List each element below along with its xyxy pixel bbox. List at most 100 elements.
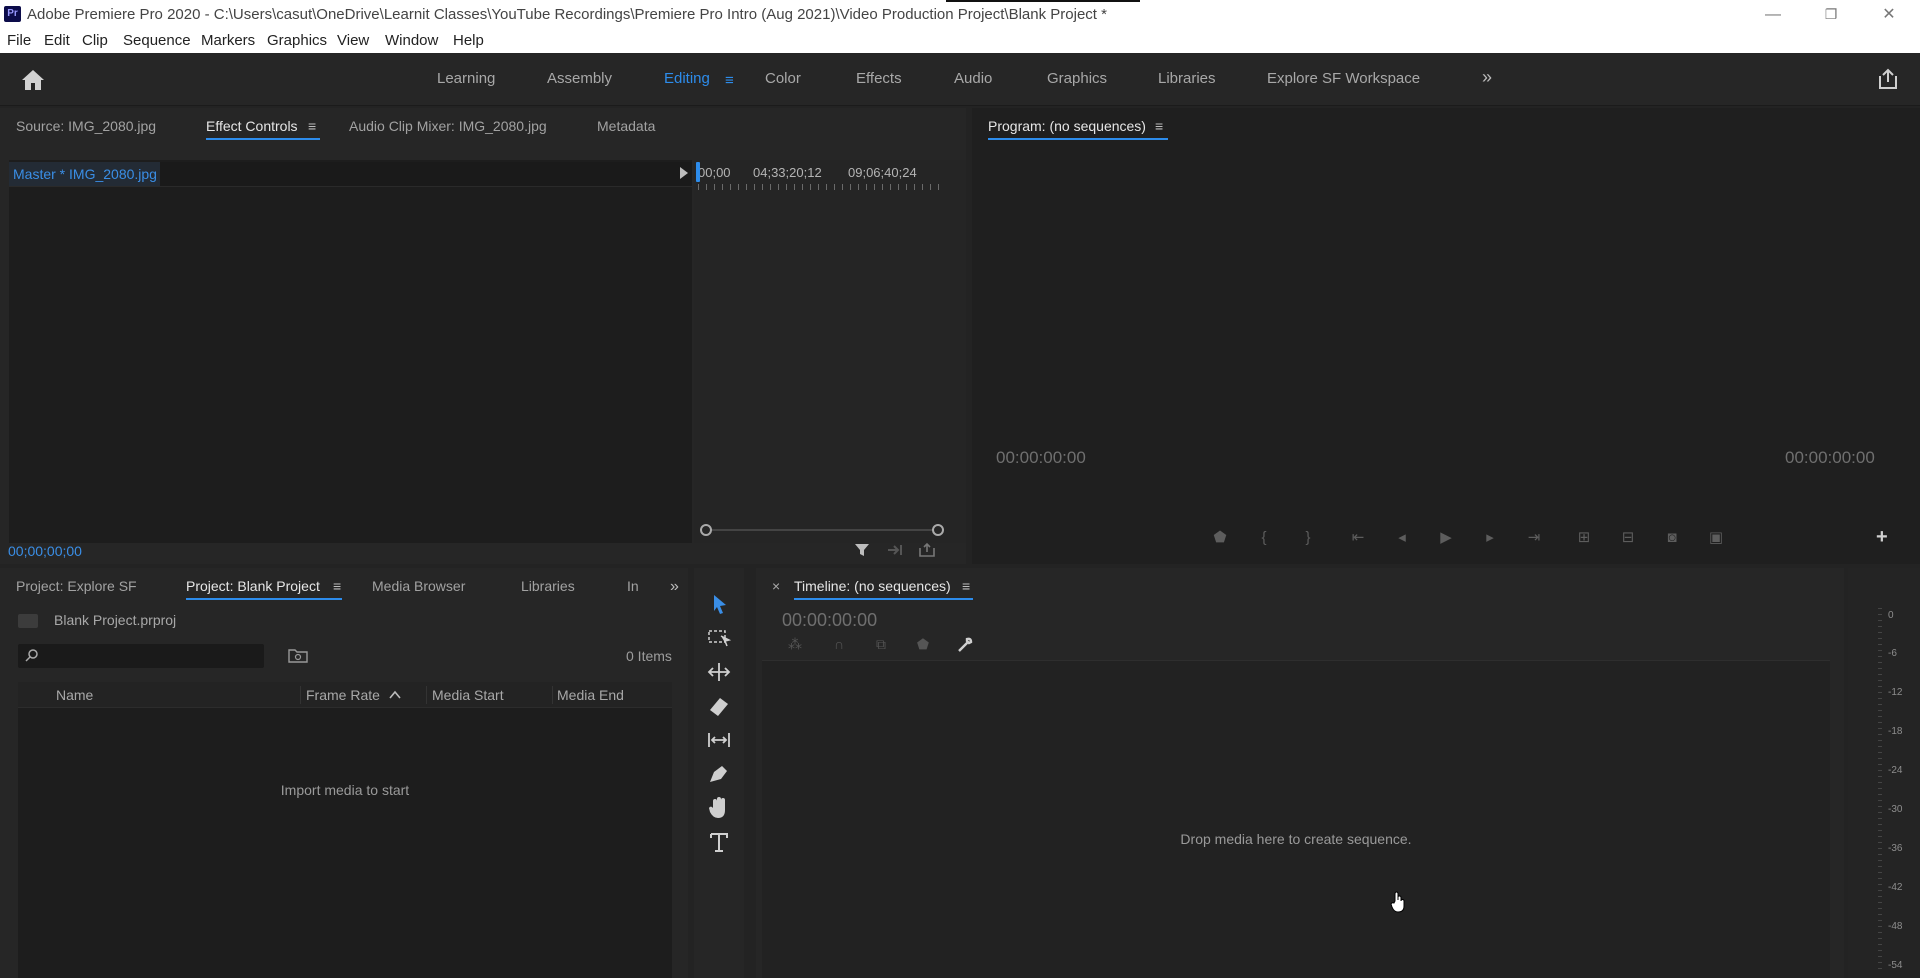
workspace-color[interactable]: Color [765, 70, 801, 87]
menu-markers[interactable]: Markers [201, 32, 255, 49]
zoom-scrollbar[interactable] [700, 524, 944, 536]
workspace-menu-icon[interactable]: ≡ [725, 72, 734, 89]
add-marker-icon[interactable]: ⬟ [914, 636, 932, 654]
panel-menu-icon[interactable]: ≡ [333, 578, 341, 594]
master-clip-label[interactable]: Master * IMG_2080.jpg [13, 166, 157, 182]
tab-libraries[interactable]: Libraries [521, 578, 575, 594]
razor-tool-icon[interactable] [706, 694, 732, 718]
mark-out-icon[interactable]: } [1298, 528, 1318, 548]
panel-menu-icon[interactable]: ≡ [308, 118, 316, 134]
hand-cursor-icon [1390, 891, 1405, 913]
comparison-view-icon[interactable]: ▣ [1706, 528, 1726, 548]
menu-view[interactable]: View [337, 32, 369, 49]
mark-in-icon[interactable]: { [1254, 528, 1274, 548]
ripple-edit-tool-icon[interactable] [706, 660, 732, 684]
column-name[interactable]: Name [56, 687, 93, 703]
pen-tool-icon[interactable] [706, 762, 732, 786]
column-media-start[interactable]: Media Start [432, 687, 504, 703]
column-divider[interactable] [300, 686, 301, 704]
master-clip-row[interactable]: Master * IMG_2080.jpg [9, 162, 692, 187]
project-search-box[interactable] [18, 644, 264, 668]
menu-window[interactable]: Window [385, 32, 438, 49]
menu-graphics[interactable]: Graphics [267, 32, 327, 49]
workspace-effects[interactable]: Effects [856, 70, 902, 87]
premiere-pro-logo-icon: Pr [4, 6, 21, 22]
tab-project-blank-project[interactable]: Project: Blank Project [186, 578, 342, 600]
menu-help[interactable]: Help [453, 32, 484, 49]
program-monitor-panel: Program: (no sequences) ≡ 00:00:00:00 00… [972, 108, 1920, 564]
share-icon[interactable] [1876, 67, 1900, 91]
play-icon[interactable]: ▶ [1436, 528, 1456, 548]
timeline-track-area[interactable]: Drop media here to create sequence. [762, 660, 1830, 978]
column-media-end[interactable]: Media End [557, 687, 624, 703]
ripple-icon[interactable] [886, 542, 904, 558]
program-playhead-timecode[interactable]: 00:00:00:00 [996, 448, 1086, 468]
workspace-audio[interactable]: Audio [954, 70, 992, 87]
new-search-bin-icon[interactable] [288, 647, 308, 663]
panel-menu-icon[interactable]: ≡ [1155, 118, 1163, 134]
timeline-timecode[interactable]: 00:00:00:00 [782, 610, 877, 631]
scroll-handle-right[interactable] [932, 524, 944, 536]
workspace-editing[interactable]: Editing [664, 70, 710, 87]
menu-edit[interactable]: Edit [44, 32, 70, 49]
panel-menu-icon[interactable]: ≡ [962, 578, 970, 594]
minimize-button[interactable]: — [1744, 0, 1802, 29]
tab-project-explore-sf[interactable]: Project: Explore SF [16, 578, 137, 594]
snap-magnet-icon[interactable]: ∩ [830, 636, 848, 654]
project-list-header: Name Frame Rate Media Start Media End [18, 682, 672, 708]
tab-effect-controls[interactable]: Effect Controls [206, 118, 320, 140]
more-workspaces-icon[interactable]: » [1482, 67, 1492, 88]
menu-sequence[interactable]: Sequence [123, 32, 191, 49]
filter-icon[interactable] [854, 542, 870, 558]
go-to-in-icon[interactable]: ⇤ [1348, 528, 1368, 548]
export-icon[interactable] [918, 542, 938, 558]
sort-ascending-icon[interactable] [389, 690, 401, 700]
workspace-learning[interactable]: Learning [437, 70, 495, 87]
hand-tool-icon[interactable] [706, 796, 732, 820]
button-editor-add-icon[interactable]: + [1876, 526, 1888, 549]
extract-icon[interactable]: ⊟ [1618, 528, 1638, 548]
tab-audio-clip-mixer[interactable]: Audio Clip Mixer: IMG_2080.jpg [349, 118, 547, 134]
column-divider[interactable] [426, 686, 427, 704]
timeline-settings-wrench-icon[interactable] [956, 636, 974, 654]
step-forward-icon[interactable]: ▸ [1480, 528, 1500, 548]
menu-file[interactable]: File [7, 32, 31, 49]
restore-button[interactable]: ❐ [1802, 0, 1860, 29]
tab-timeline[interactable]: Timeline: (no sequences) [794, 578, 973, 600]
tab-program[interactable]: Program: (no sequences) [988, 118, 1168, 140]
tab-metadata[interactable]: Metadata [597, 118, 655, 134]
nest-sequence-icon[interactable]: ⁂ [786, 636, 804, 654]
go-to-out-icon[interactable]: ⇥ [1524, 528, 1544, 548]
project-panel: Project: Explore SF Project: Blank Proje… [0, 568, 688, 978]
scroll-track[interactable] [706, 529, 938, 531]
audio-meter-track[interactable] [1878, 608, 1882, 973]
tab-media-browser[interactable]: Media Browser [372, 578, 465, 594]
workspace-libraries[interactable]: Libraries [1158, 70, 1216, 87]
play-triangle-icon[interactable] [680, 167, 688, 179]
workspace-graphics[interactable]: Graphics [1047, 70, 1107, 87]
lift-icon[interactable]: ⊞ [1574, 528, 1594, 548]
menu-clip[interactable]: Clip [82, 32, 108, 49]
home-icon[interactable] [20, 68, 46, 92]
close-button[interactable]: ✕ [1860, 0, 1918, 29]
column-frame-rate[interactable]: Frame Rate [306, 687, 380, 703]
type-tool-icon[interactable] [706, 830, 732, 854]
tab-source[interactable]: Source: IMG_2080.jpg [16, 118, 156, 134]
step-back-icon[interactable]: ◂ [1392, 528, 1412, 548]
linked-selection-icon[interactable]: ⧉ [872, 636, 890, 654]
selection-tool-icon[interactable] [706, 592, 732, 616]
column-divider[interactable] [552, 686, 553, 704]
playhead-marker[interactable] [696, 162, 700, 182]
scroll-handle-left[interactable] [700, 524, 712, 536]
time-ruler[interactable]: 00;00 04;33;20;12 09;06;40;24 [694, 160, 944, 190]
add-marker-icon[interactable]: ⬟ [1210, 528, 1230, 548]
current-time-display[interactable]: 00;00;00;00 [8, 543, 82, 559]
more-tabs-icon[interactable]: » [670, 578, 679, 596]
workspace-explore-sf[interactable]: Explore SF Workspace [1267, 70, 1420, 87]
slip-tool-icon[interactable] [706, 728, 732, 752]
search-input[interactable] [46, 646, 256, 666]
tab-info-truncated[interactable]: In [627, 578, 639, 594]
workspace-assembly[interactable]: Assembly [547, 70, 612, 87]
export-frame-icon[interactable]: ◙ [1662, 528, 1682, 548]
track-select-forward-tool-icon[interactable] [706, 626, 732, 650]
